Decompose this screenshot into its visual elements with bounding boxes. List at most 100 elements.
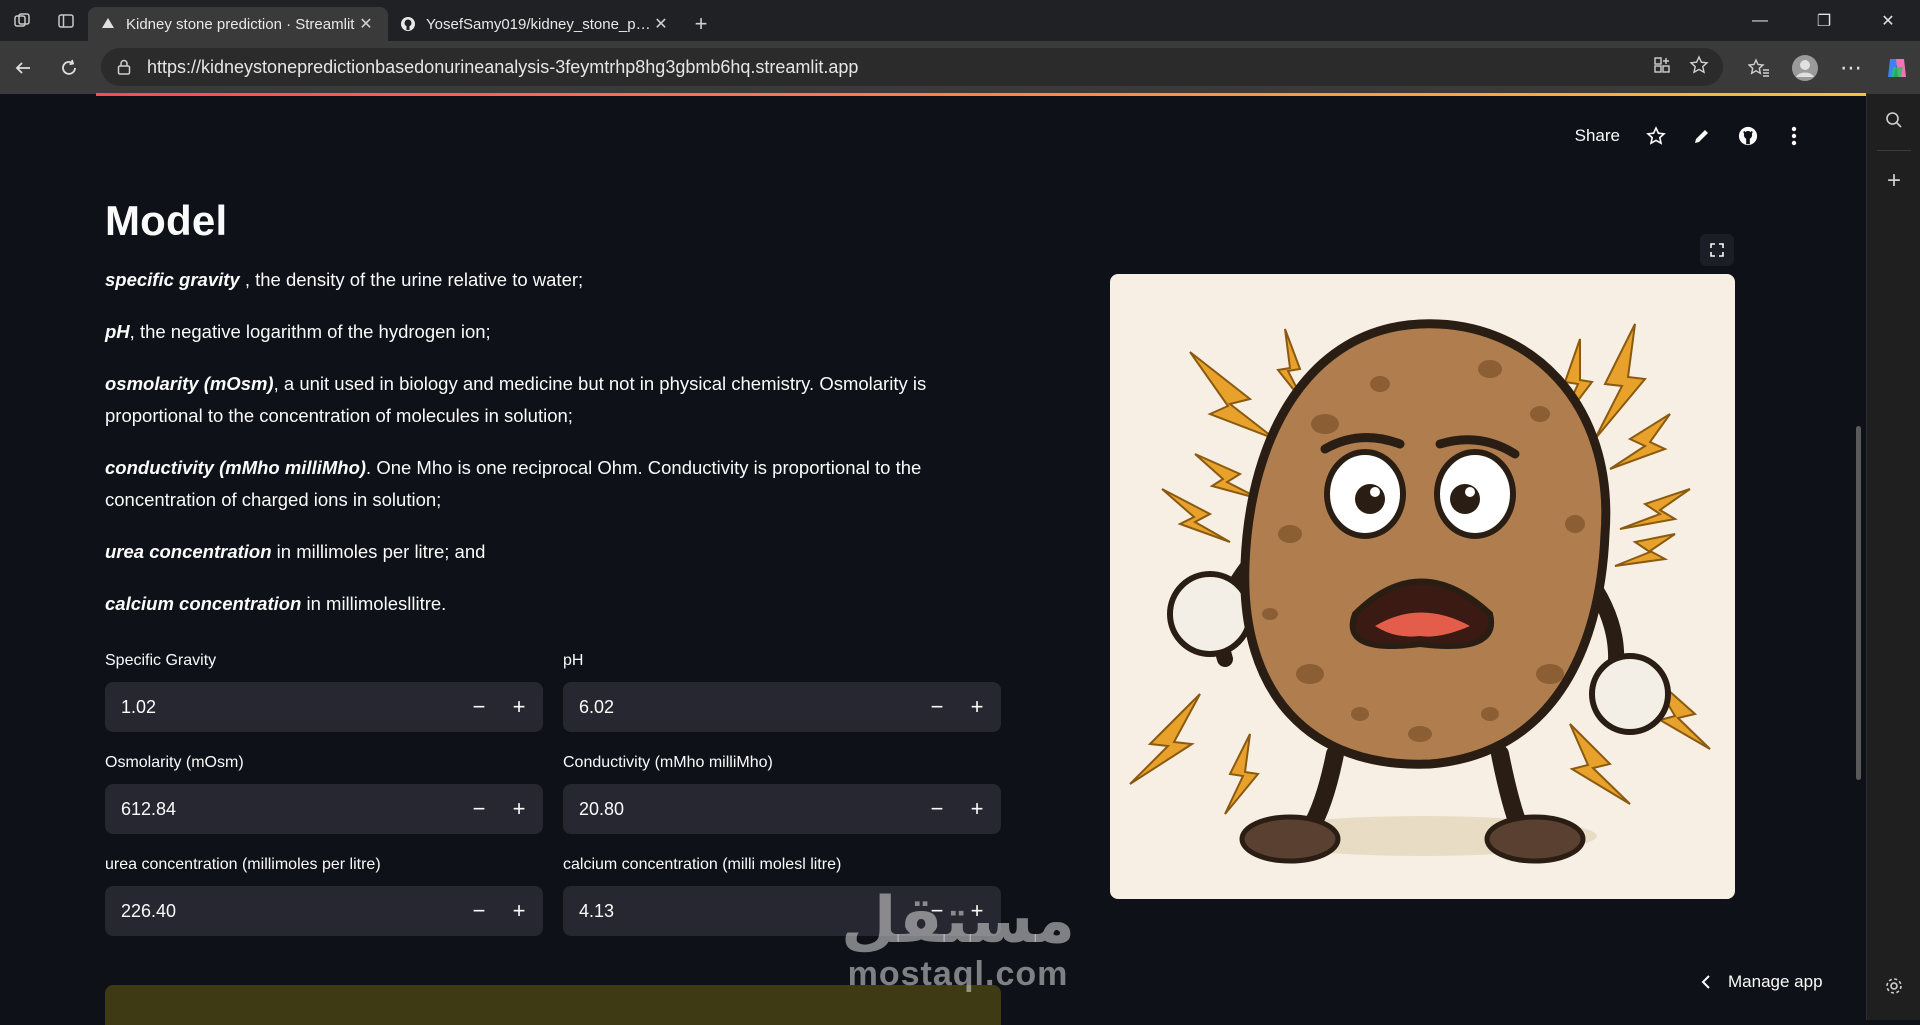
field-label: Conductivity (mMho milliMho) xyxy=(563,754,773,771)
restore-icon[interactable]: ❐ xyxy=(1792,0,1856,41)
tab-streamlit-app[interactable]: Kidney stone prediction · Streamlit ✕ xyxy=(88,7,388,41)
decrement-button[interactable]: − xyxy=(459,886,499,936)
increment-button[interactable]: + xyxy=(957,682,997,732)
description-urea: urea concentration in millimoles per lit… xyxy=(105,536,1005,568)
decrement-button[interactable]: − xyxy=(459,682,499,732)
kidney-stone-illustration xyxy=(1110,274,1735,899)
refresh-icon[interactable] xyxy=(46,48,92,88)
decrement-button[interactable]: − xyxy=(917,682,957,732)
more-vert-icon[interactable] xyxy=(1784,126,1804,146)
description-ph: pH, the negative logarithm of the hydrog… xyxy=(105,316,1005,348)
window-controls: — ❐ ✕ xyxy=(1728,0,1920,41)
minimize-icon[interactable]: — xyxy=(1728,0,1792,41)
main-content: Model specific gravity , the density of … xyxy=(105,196,1005,640)
workspaces-icon[interactable] xyxy=(0,0,44,41)
term: conductivity (mMho milliMho) xyxy=(105,457,367,479)
field-label: Osmolarity (mOsm) xyxy=(105,754,244,771)
term: pH xyxy=(105,321,130,343)
fullscreen-button[interactable] xyxy=(1700,234,1734,266)
definition: in millimoles per litre; and xyxy=(271,541,486,563)
specific-gravity-input[interactable]: 1.02 − + xyxy=(105,682,543,732)
favorites-icon[interactable] xyxy=(1736,57,1782,78)
sidebar-add-icon[interactable]: + xyxy=(1867,155,1920,207)
description-conductivity: conductivity (mMho milliMho). One Mho is… xyxy=(105,452,1005,516)
ph-input[interactable]: 6.02 − + xyxy=(563,682,1001,732)
address-bar[interactable]: https://kidneystonepredictionbasedonurin… xyxy=(101,48,1723,86)
term: urea concentration xyxy=(105,541,272,563)
description-specific-gravity: specific gravity , the density of the ur… xyxy=(105,264,1005,296)
field-specific-gravity: Specific Gravity 1.02 − + xyxy=(105,652,543,732)
input-value[interactable]: 226.40 xyxy=(105,901,459,922)
app-available-icon[interactable] xyxy=(1653,56,1671,79)
copilot-icon[interactable] xyxy=(1874,55,1920,81)
edge-sidebar: + xyxy=(1866,94,1920,1020)
decrement-button[interactable]: − xyxy=(459,784,499,834)
term: calcium concentration xyxy=(105,593,302,615)
increment-button[interactable]: + xyxy=(499,886,539,936)
osmolarity-input[interactable]: 612.84 − + xyxy=(105,784,543,834)
field-label: urea concentration (millimoles per litre… xyxy=(105,856,381,873)
term: specific gravity xyxy=(105,269,240,291)
manage-app-button[interactable]: Manage app xyxy=(1700,972,1823,992)
term: osmolarity (mOsm) xyxy=(105,373,274,395)
sidebar-search-icon[interactable] xyxy=(1867,94,1920,146)
watermark: مستقل mostaql.com xyxy=(838,886,1078,992)
field-label: Specific Gravity xyxy=(105,652,217,669)
input-value[interactable]: 1.02 xyxy=(105,697,459,718)
decrement-button[interactable]: − xyxy=(917,784,957,834)
github-icon[interactable] xyxy=(1738,126,1758,146)
close-tab-icon[interactable]: ✕ xyxy=(651,14,671,34)
increment-button[interactable]: + xyxy=(957,784,997,834)
settings-more-icon[interactable]: ⋯ xyxy=(1828,55,1874,81)
tab-github-repo[interactable]: YosefSamy019/kidney_stone_prediction ✕ xyxy=(388,7,683,41)
profile-avatar[interactable] xyxy=(1782,54,1828,82)
header-actions: Share xyxy=(1575,126,1804,146)
watermark-latin: mostaql.com xyxy=(847,955,1069,993)
conductivity-input[interactable]: 20.80 − + xyxy=(563,784,1001,834)
github-favicon-icon xyxy=(401,17,415,31)
urea-input[interactable]: 226.40 − + xyxy=(105,886,543,936)
lock-icon xyxy=(117,59,131,75)
vertical-tabs-icon[interactable] xyxy=(44,0,88,41)
field-osmolarity: Osmolarity (mOsm) 612.84 − + xyxy=(105,754,543,834)
definition: in millimolesllitre. xyxy=(301,593,447,615)
field-conductivity: Conductivity (mMho milliMho) 20.80 − + xyxy=(563,754,1001,834)
increment-button[interactable]: + xyxy=(499,784,539,834)
browser-tab-bar: Kidney stone prediction · Streamlit ✕ Yo… xyxy=(0,0,1920,41)
close-window-icon[interactable]: ✕ xyxy=(1856,0,1920,41)
description-osmolarity: osmolarity (mOsm), a unit used in biolog… xyxy=(105,368,1005,432)
new-tab-icon[interactable]: + xyxy=(683,7,719,41)
tab-title: YosefSamy019/kidney_stone_prediction xyxy=(426,15,651,33)
description-calcium: calcium concentration in millimolesllitr… xyxy=(105,588,1005,620)
increment-button[interactable]: + xyxy=(499,682,539,732)
sidebar-divider xyxy=(1876,150,1911,151)
field-label: pH xyxy=(563,652,584,669)
field-urea: urea concentration (millimoles per litre… xyxy=(105,856,543,936)
sidebar-settings-icon[interactable] xyxy=(1867,960,1920,1012)
close-tab-icon[interactable]: ✕ xyxy=(356,14,376,34)
chevron-left-icon xyxy=(1701,975,1710,989)
manage-app-label: Manage app xyxy=(1728,972,1823,991)
favorite-star-icon[interactable] xyxy=(1689,54,1709,80)
back-icon[interactable] xyxy=(0,48,46,88)
input-value[interactable]: 6.02 xyxy=(563,697,917,718)
edit-icon[interactable] xyxy=(1692,126,1712,146)
page-scrollbar[interactable] xyxy=(1856,426,1861,780)
star-icon[interactable] xyxy=(1646,126,1666,146)
share-button[interactable]: Share xyxy=(1575,126,1620,146)
page-title: Model xyxy=(105,197,228,244)
fullscreen-icon xyxy=(1710,243,1724,257)
tab-title: Kidney stone prediction · Streamlit xyxy=(126,15,355,33)
definition: , the density of the urine relative to w… xyxy=(239,269,584,291)
url-text: https://kidneystonepredictionbasedonurin… xyxy=(147,56,859,77)
definition: , the negative logarithm of the hydrogen… xyxy=(129,321,491,343)
field-ph: pH 6.02 − + xyxy=(563,652,1001,732)
browser-toolbar: https://kidneystonepredictionbasedonurin… xyxy=(0,41,1920,94)
input-value[interactable]: 20.80 xyxy=(563,799,917,820)
input-value[interactable]: 612.84 xyxy=(105,799,459,820)
field-label: calcium concentration (milli molesl litr… xyxy=(563,856,842,873)
toolbar-right: ⋯ xyxy=(1736,41,1920,94)
streamlit-header: Share xyxy=(96,96,1866,180)
streamlit-favicon-icon xyxy=(102,18,114,28)
watermark-arabic: مستقل xyxy=(840,884,1076,958)
